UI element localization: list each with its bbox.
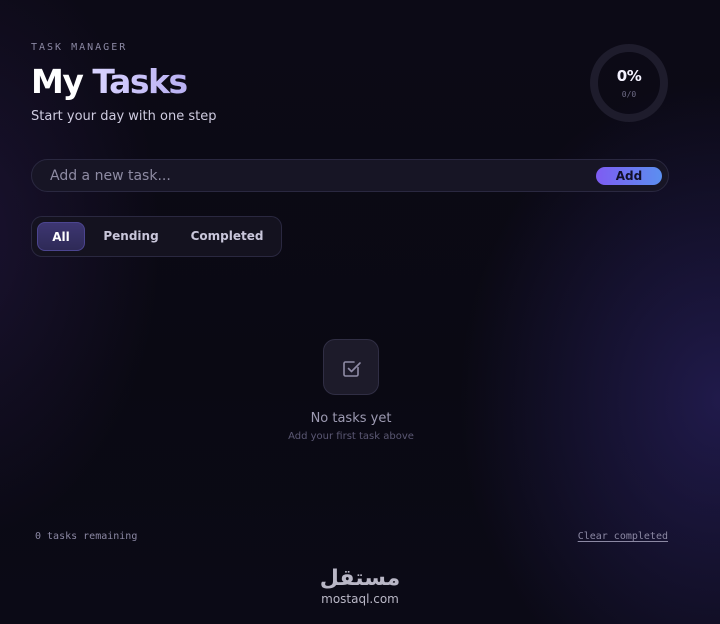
page-title-word-my: My <box>31 62 84 101</box>
progress-ring: 0% 0/0 <box>589 43 669 123</box>
page-subtitle: Start your day with one step <box>31 109 217 124</box>
progress-count: 0/0 <box>621 90 637 99</box>
task-manager-app: TASK MANAGER My Tasks Start your day wit… <box>0 0 720 624</box>
app-eyebrow: TASK MANAGER <box>31 42 128 53</box>
new-task-input[interactable] <box>50 160 570 191</box>
tasks-remaining-count: 0 tasks remaining <box>35 531 138 542</box>
add-task-bar: Add <box>31 159 669 192</box>
empty-state-title: No tasks yet <box>310 411 392 426</box>
checkbox-icon <box>343 361 361 377</box>
progress-percent: 0% <box>616 67 642 85</box>
page-title: My Tasks <box>31 60 188 104</box>
add-task-button[interactable]: Add <box>596 167 662 185</box>
tab-all[interactable]: All <box>37 222 85 251</box>
tab-completed[interactable]: Completed <box>182 222 272 251</box>
empty-state-icon-box <box>323 339 379 395</box>
watermark-arabic: مستقل <box>319 566 401 591</box>
clear-completed-link[interactable]: Clear completed <box>568 531 668 542</box>
watermark-latin: mostaql.com <box>321 592 399 606</box>
tab-pending[interactable]: Pending <box>98 222 164 251</box>
empty-state-subtitle: Add your first task above <box>288 431 414 442</box>
filter-tabs: All Pending Completed <box>31 216 282 257</box>
mostaql-watermark: مستقل mostaql.com <box>300 566 420 606</box>
page-title-word-tasks: Tasks <box>92 62 188 101</box>
